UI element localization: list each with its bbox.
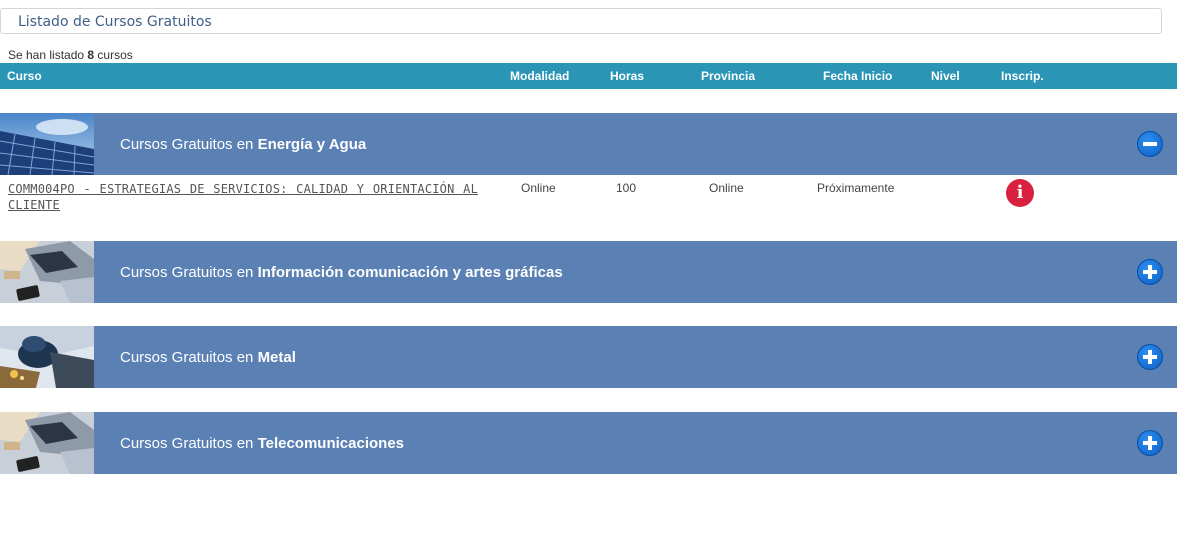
course-count-prefix: Se han listado (8, 48, 88, 62)
course-modalidad: Online (521, 181, 556, 195)
course-horas: 100 (616, 181, 637, 195)
column-header-nivel: Nivel (931, 69, 960, 83)
category-title-prefix: Cursos Gratuitos en (120, 136, 258, 153)
category-title: Cursos Gratuitos en Metal (120, 349, 296, 366)
category-telecomunicaciones[interactable]: Cursos Gratuitos en Telecomunicaciones (0, 412, 1177, 474)
table-row: COMM004PO - ESTRATEGIAS DE SERVICIOS: CA… (0, 175, 1177, 241)
category-metal[interactable]: Cursos Gratuitos en Metal (0, 326, 1177, 388)
category-informacion-comunicacion[interactable]: Cursos Gratuitos en Información comunica… (0, 241, 1177, 303)
category-thumbnail-solar-panels (0, 113, 94, 175)
category-title: Cursos Gratuitos en Energía y Agua (120, 136, 366, 153)
page-title: Listado de Cursos Gratuitos (18, 14, 212, 30)
column-header-curso: Curso (7, 69, 42, 83)
course-count: Se han listado 8 cursos (8, 48, 133, 62)
expand-toggle-button[interactable] (1137, 344, 1163, 370)
page-title-box: Listado de Cursos Gratuitos (0, 8, 1162, 34)
category-title-prefix: Cursos Gratuitos en (120, 349, 258, 366)
expand-toggle-button[interactable] (1137, 430, 1163, 456)
course-count-suffix: cursos (94, 48, 133, 62)
collapse-toggle-button[interactable] (1137, 131, 1163, 157)
category-title-prefix: Cursos Gratuitos en (120, 435, 258, 452)
category-title: Cursos Gratuitos en Información comunica… (120, 264, 563, 281)
column-header-horas: Horas (610, 69, 645, 83)
course-provincia: Online (709, 181, 744, 195)
minus-icon (1143, 142, 1157, 146)
category-thumbnail-desk-work (0, 412, 94, 474)
info-icon[interactable]: i (1006, 179, 1034, 207)
category-title-name: Energía y Agua (257, 136, 367, 153)
table-header: Curso Modalidad Horas Provincia Fecha In… (0, 63, 1177, 89)
column-header-provincia: Provincia (701, 69, 756, 83)
category-title-prefix: Cursos Gratuitos en (120, 264, 258, 281)
category-energia-agua[interactable]: Cursos Gratuitos en Energía y Agua (0, 113, 1177, 175)
course-title-link[interactable]: COMM004PO - ESTRATEGIAS DE SERVICIOS: CA… (8, 181, 478, 213)
category-title-name: Telecomunicaciones (257, 435, 405, 452)
column-header-fecha-inicio: Fecha Inicio (823, 69, 893, 83)
course-fecha-inicio: Próximamente (817, 181, 895, 195)
category-thumbnail-welding (0, 326, 94, 388)
category-title: Cursos Gratuitos en Telecomunicaciones (120, 435, 404, 452)
category-thumbnail-desk-work (0, 241, 94, 303)
category-title-name: Metal (257, 349, 296, 366)
expand-toggle-button[interactable] (1137, 259, 1163, 285)
column-header-inscrip: Inscrip. (1001, 69, 1044, 83)
column-header-modalidad: Modalidad (510, 69, 570, 83)
category-title-name: Información comunicación y artes gráfica… (257, 264, 563, 281)
